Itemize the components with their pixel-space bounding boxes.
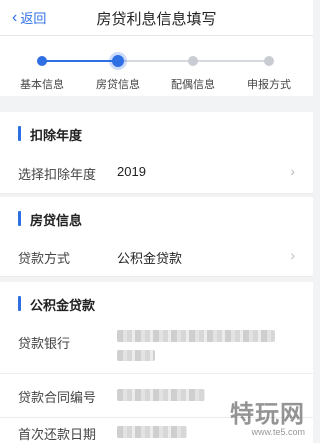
redacted-bank-name-line-1 [117, 330, 275, 342]
step-label-basic-info: 基本信息 [20, 79, 64, 91]
deduction-year-select-row[interactable]: 选择扣除年度 2019 › [0, 152, 313, 194]
step-label-loan-info: 房贷信息 [96, 79, 140, 91]
redacted-first-payment-date [117, 426, 187, 438]
section-header-loan-info: 房贷信息 [0, 197, 313, 241]
deduction-year-value: 2019 [117, 164, 146, 179]
section-accent-bar [18, 126, 21, 141]
step-dot-loan-info [112, 55, 124, 67]
section-header-deduction-year: 扣除年度 [0, 112, 313, 156]
field-label: 首次还款日期 [18, 427, 97, 442]
step-dot-declare-method [264, 56, 274, 66]
field-label: 贷款方式 [18, 251, 71, 266]
watermark-logo-text: 特玩网 [230, 401, 305, 428]
section-title: 扣除年度 [30, 128, 83, 143]
section-title: 房贷信息 [30, 213, 83, 228]
step-label-declare-method: 申报方式 [247, 79, 291, 91]
step-connector-done [42, 60, 118, 62]
site-watermark: 特玩网 www.te5.com [230, 394, 305, 437]
step-label-spouse-info: 配偶信息 [171, 79, 215, 91]
field-label: 贷款银行 [18, 336, 71, 351]
page-title: 房贷利息信息填写 [96, 11, 217, 28]
chevron-right-icon: › [290, 163, 295, 179]
loan-bank-field-row[interactable]: 贷款银行 [0, 322, 313, 374]
redacted-bank-name-line-2 [117, 350, 155, 361]
section-accent-bar [18, 296, 21, 311]
field-label: 选择扣除年度 [18, 167, 97, 182]
progress-stepper: 基本信息 房贷信息 配偶信息 申报方式 [0, 36, 313, 96]
chevron-right-icon: › [290, 247, 295, 263]
step-dot-spouse-info [188, 56, 198, 66]
redacted-contract-number [117, 389, 205, 401]
loan-method-value: 公积金贷款 [117, 251, 183, 266]
top-nav-bar: ‹ 返回 房贷利息信息填写 [0, 0, 313, 36]
field-label: 贷款合同编号 [18, 390, 97, 405]
section-header-provident-loan: 公积金贷款 [0, 282, 313, 326]
section-title: 公积金贷款 [30, 298, 96, 313]
loan-method-select-row[interactable]: 贷款方式 公积金贷款 › [0, 237, 313, 277]
section-accent-bar [18, 211, 21, 226]
step-dot-basic-info [37, 56, 47, 66]
